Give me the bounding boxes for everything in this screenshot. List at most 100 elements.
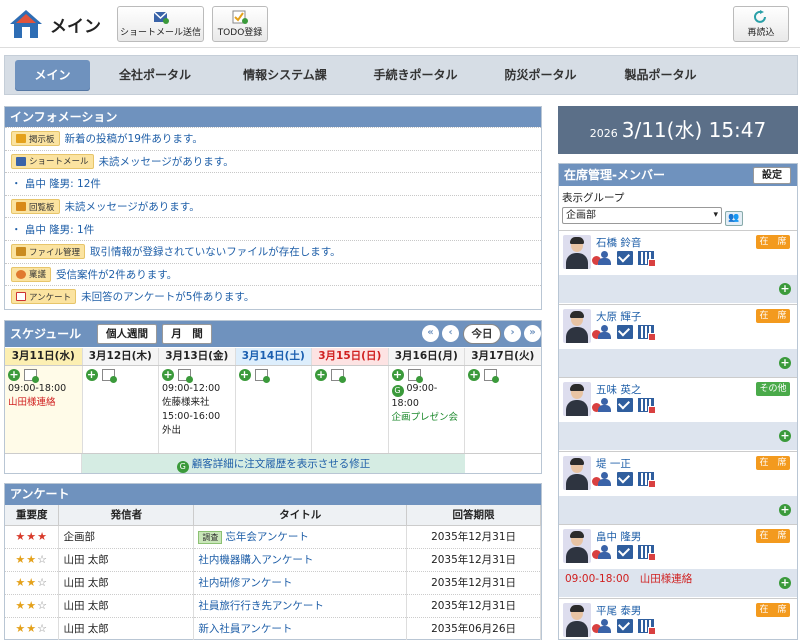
prev-day-icon[interactable]: ‹ <box>442 325 459 342</box>
todo-register-button[interactable]: TODO登録 <box>212 6 268 42</box>
mail-icon[interactable] <box>617 324 633 339</box>
calendar-icon[interactable] <box>638 545 656 562</box>
status-badge[interactable]: その他 <box>756 382 790 397</box>
add-memo-icon[interactable] <box>254 369 270 383</box>
day-header[interactable]: 3月16日(月) <box>387 348 464 365</box>
info-row[interactable]: 稟議 受信案件が2件あります。 <box>5 262 541 286</box>
member-name[interactable]: 平尾 泰男 <box>596 603 641 618</box>
add-event-icon[interactable]: + <box>315 369 327 381</box>
survey-title-cell[interactable]: 新入社員アンケート <box>193 617 408 640</box>
survey-title-cell[interactable]: 社員旅行行き先アンケート <box>193 594 408 618</box>
survey-title-cell[interactable]: 社内研修アンケート <box>193 571 408 595</box>
day-cell[interactable]: +09:00-18:00 山田様連絡 <box>5 366 82 453</box>
add-event-icon[interactable]: + <box>238 369 251 381</box>
survey-title-link[interactable]: 社内研修アンケート <box>198 577 292 589</box>
avatar[interactable] <box>563 529 591 564</box>
info-row[interactable]: ショートメール 未読メッセージがあります。 <box>5 149 541 173</box>
presence-person-icon[interactable] <box>592 619 612 633</box>
tab-info-systems[interactable]: 情報システム課 <box>230 60 340 91</box>
status-badge[interactable]: 在 席 <box>756 603 790 617</box>
table-row[interactable]: ★★☆ 山田 太郎 社内機器購入アンケート 2035年12月31日 <box>5 548 541 572</box>
survey-tag[interactable]: アンケート <box>11 289 77 305</box>
presence-person-icon[interactable] <box>592 324 612 339</box>
table-row[interactable]: ★★☆ 山田 太郎 新入社員アンケート 2035年06月26日 <box>5 617 541 640</box>
survey-title-link[interactable]: 社内機器購入アンケート <box>198 554 313 566</box>
status-badge[interactable]: 在 席 <box>756 235 790 249</box>
survey-title-link[interactable]: 忘年会アンケート <box>225 531 309 543</box>
member-name[interactable]: 五味 英之 <box>596 382 641 397</box>
add-event-icon[interactable]: + <box>779 356 791 369</box>
add-event-icon[interactable]: + <box>779 577 791 590</box>
event-title[interactable]: 山田様連絡 <box>8 396 79 410</box>
table-row[interactable]: ★★☆ 山田 太郎 社員旅行行き先アンケート 2035年12月31日 <box>5 594 541 618</box>
event-title[interactable]: 企画プレゼン会 <box>392 411 462 425</box>
tab-main[interactable]: メイン <box>15 60 90 91</box>
info-row[interactable]: 掲示板 新着の投稿が19件あります。 <box>5 127 541 150</box>
day-cell[interactable]: + <box>81 366 159 453</box>
next-day-icon[interactable]: › <box>504 325 521 342</box>
avatar[interactable] <box>563 308 591 343</box>
short-mail-tag[interactable]: ショートメール <box>11 153 94 169</box>
send-short-mail-button[interactable]: ショートメール送信 <box>117 6 204 42</box>
day-header[interactable]: 3月12日(木) <box>81 348 158 365</box>
day-header[interactable]: 3月17日(火) <box>464 348 541 365</box>
info-text[interactable]: 新着の投稿が19件あります。 <box>65 131 203 146</box>
calendar-icon[interactable] <box>638 398 656 415</box>
tab-disaster-portal[interactable]: 防災ポータル <box>493 60 588 91</box>
info-text[interactable]: 未回答のアンケートが5件あります。 <box>81 289 254 304</box>
today-button[interactable]: 今日 <box>463 324 501 344</box>
mail-icon[interactable] <box>617 471 633 486</box>
mail-icon[interactable] <box>617 619 633 633</box>
event-title[interactable]: 佐藤様来社 <box>162 396 232 410</box>
settings-button[interactable]: 設定 <box>753 167 791 184</box>
day-header[interactable]: 3月13日(金) <box>158 348 235 365</box>
mail-icon[interactable] <box>617 545 633 560</box>
group-members-icon[interactable]: 👥 <box>725 211 743 226</box>
event-title[interactable]: 外出 <box>162 424 232 438</box>
day-cell[interactable]: +09:00-12:00 佐藤様来社 15:00-16:00 外出 <box>158 366 235 453</box>
survey-title-cell[interactable]: 調査 忘年会アンケート <box>193 525 408 549</box>
info-row[interactable]: ・ 畠中 隆男: 1件 <box>5 217 541 240</box>
member-name[interactable]: 大原 輝子 <box>596 309 641 324</box>
tab-procedure-portal[interactable]: 手続きポータル <box>363 60 468 91</box>
approval-tag[interactable]: 稟議 <box>11 266 52 282</box>
info-row[interactable]: アンケート 未回答のアンケートが5件あります。 <box>5 285 541 308</box>
info-row[interactable]: ファイル管理 取引情報が登録されていないファイルが存在します。 <box>5 239 541 263</box>
presence-person-icon[interactable] <box>592 251 612 265</box>
avatar[interactable] <box>563 235 591 269</box>
info-text[interactable]: ・ 畠中 隆男: 12件 <box>11 176 101 191</box>
avatar[interactable] <box>563 455 591 490</box>
add-event-icon[interactable]: + <box>779 283 791 295</box>
next-week-icon[interactable]: » <box>524 325 541 342</box>
member-name[interactable]: 畠中 隆男 <box>596 529 641 544</box>
event-time[interactable]: G 09:00-18:00 <box>391 382 462 411</box>
add-memo-icon[interactable] <box>101 369 117 383</box>
day-header[interactable]: 3月14日(土) <box>234 348 311 365</box>
member-name[interactable]: 堤 一正 <box>596 456 631 471</box>
view-week-button[interactable]: 個人週間 <box>97 324 157 344</box>
mail-icon[interactable] <box>617 251 633 265</box>
status-badge[interactable]: 在 席 <box>756 308 790 323</box>
add-memo-icon[interactable] <box>484 369 499 383</box>
event-time[interactable]: 09:00-18:00 <box>8 382 79 396</box>
info-text[interactable]: ・ 畠中 隆男: 1件 <box>11 222 94 237</box>
day-cell[interactable]: + G 09:00-18:00 企画プレゼン会 <box>387 366 465 453</box>
survey-title-link[interactable]: 社員旅行行き先アンケート <box>198 600 324 612</box>
calendar-icon[interactable] <box>638 619 656 635</box>
info-text[interactable]: 未読メッセージがあります。 <box>65 199 200 214</box>
presence-person-icon[interactable] <box>592 471 612 486</box>
day-header[interactable]: 3月11日(水) <box>5 348 82 365</box>
day-cell[interactable]: + <box>311 366 388 453</box>
info-text[interactable]: 受信案件が2件あります。 <box>56 267 177 282</box>
info-row[interactable]: 回覧板 未読メッセージがあります。 <box>5 194 541 218</box>
event-time[interactable]: 15:00-16:00 <box>162 410 232 424</box>
status-badge[interactable]: 在 席 <box>756 455 790 470</box>
calendar-icon[interactable] <box>638 251 656 267</box>
tab-company-portal[interactable]: 全社ポータル <box>105 60 205 91</box>
member-event[interactable]: 09:00-18:00 山田様連絡 <box>565 571 692 586</box>
add-event-icon[interactable]: + <box>391 369 404 381</box>
view-month-button[interactable]: 月 間 <box>162 324 212 344</box>
add-event-icon[interactable]: + <box>162 369 174 381</box>
add-event-icon[interactable]: + <box>468 369 480 381</box>
survey-title-link[interactable]: 新入社員アンケート <box>198 623 292 635</box>
